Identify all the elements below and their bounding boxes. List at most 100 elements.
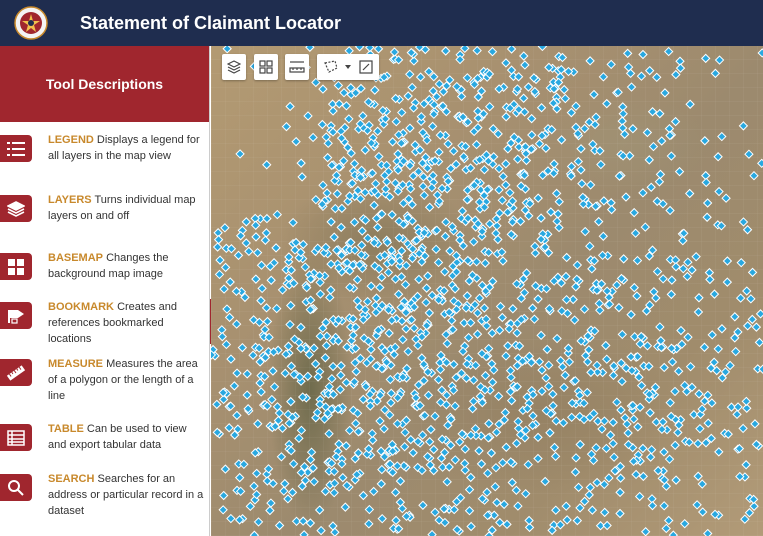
claimant-point[interactable] — [470, 360, 481, 371]
chevron-down-icon[interactable] — [343, 62, 353, 72]
claimant-point[interactable] — [448, 146, 459, 156]
claimant-point[interactable] — [427, 290, 437, 301]
claimant-point[interactable] — [652, 266, 663, 277]
claimant-point[interactable] — [725, 360, 735, 371]
claimant-point[interactable] — [659, 501, 669, 511]
claimant-point[interactable] — [632, 291, 642, 301]
claimant-point[interactable] — [605, 430, 616, 440]
claimant-point[interactable] — [740, 514, 750, 524]
claimant-point[interactable] — [303, 111, 313, 121]
claimant-point[interactable] — [256, 387, 266, 397]
claimant-point[interactable] — [326, 259, 336, 269]
claimant-point[interactable] — [665, 205, 675, 216]
claimant-point[interactable] — [501, 351, 511, 361]
claimant-point[interactable] — [266, 498, 276, 508]
claimant-point[interactable] — [296, 425, 307, 436]
claimant-point[interactable] — [377, 464, 387, 475]
claimant-point[interactable] — [548, 401, 558, 411]
claimant-point[interactable] — [615, 487, 625, 498]
claimant-point[interactable] — [309, 476, 319, 487]
claimant-point[interactable] — [599, 196, 609, 206]
claimant-point[interactable] — [731, 346, 741, 357]
claimant-point[interactable] — [541, 143, 551, 153]
claimant-point[interactable] — [220, 262, 231, 273]
claimant-point[interactable] — [527, 303, 538, 313]
claimant-point[interactable] — [362, 296, 373, 307]
claimant-point[interactable] — [364, 519, 374, 529]
claimant-point[interactable] — [722, 256, 733, 266]
claimant-point[interactable] — [656, 136, 667, 146]
claimant-point[interactable] — [344, 425, 355, 436]
claimant-point[interactable] — [555, 520, 566, 530]
claimant-point[interactable] — [224, 423, 234, 433]
claimant-point[interactable] — [694, 293, 704, 303]
claimant-point[interactable] — [423, 390, 434, 400]
claimant-point[interactable] — [513, 154, 523, 164]
claimant-point[interactable] — [701, 53, 711, 64]
claimant-point[interactable] — [332, 189, 343, 199]
claimant-point[interactable] — [536, 330, 546, 341]
claimant-point[interactable] — [287, 487, 298, 498]
claimant-point[interactable] — [373, 222, 383, 233]
claimant-point[interactable] — [433, 257, 444, 268]
claimant-point[interactable] — [479, 164, 490, 175]
claimant-point[interactable] — [498, 171, 508, 182]
claimant-point[interactable] — [324, 428, 334, 439]
claimant-point[interactable] — [700, 136, 710, 146]
claimant-point[interactable] — [749, 170, 759, 181]
claimant-point[interactable] — [356, 240, 367, 250]
claimant-point[interactable] — [364, 504, 375, 515]
claimant-point[interactable] — [241, 238, 251, 248]
claimant-point[interactable] — [457, 206, 468, 216]
claimant-point[interactable] — [551, 505, 561, 515]
claimant-point[interactable] — [267, 394, 277, 405]
map-view[interactable] — [211, 46, 763, 536]
claimant-point[interactable] — [397, 107, 407, 118]
clear-selection-icon[interactable] — [359, 60, 373, 74]
claimant-point[interactable] — [441, 217, 451, 227]
claimant-point[interactable] — [692, 500, 702, 510]
claimant-point[interactable] — [286, 265, 297, 275]
claimant-point[interactable] — [424, 308, 435, 318]
claimant-point[interactable] — [566, 412, 577, 423]
claimant-point[interactable] — [371, 293, 382, 303]
claimant-point[interactable] — [714, 55, 725, 65]
claimant-point[interactable] — [326, 217, 336, 227]
claimant-point[interactable] — [572, 515, 583, 526]
claimant-point[interactable] — [328, 106, 338, 116]
claimant-point[interactable] — [370, 178, 381, 189]
claimant-point[interactable] — [244, 246, 254, 257]
claimant-point[interactable] — [484, 101, 495, 112]
claimant-point[interactable] — [673, 366, 684, 376]
claimant-point[interactable] — [645, 452, 656, 462]
claimant-point[interactable] — [685, 361, 696, 372]
claimant-point[interactable] — [602, 354, 612, 364]
claimant-point[interactable] — [617, 329, 628, 340]
claimant-point[interactable] — [337, 203, 347, 214]
claimant-point[interactable] — [431, 244, 441, 255]
claimant-point[interactable] — [562, 515, 572, 525]
claimant-point[interactable] — [529, 314, 540, 324]
claimant-point[interactable] — [261, 228, 272, 238]
claimant-point[interactable] — [225, 277, 235, 287]
claimant-point[interactable] — [559, 382, 569, 393]
claimant-point[interactable] — [395, 476, 406, 486]
claimant-point[interactable] — [352, 275, 363, 285]
claimant-point[interactable] — [515, 216, 526, 227]
claimant-point[interactable] — [608, 417, 618, 428]
claimant-point[interactable] — [553, 209, 563, 219]
claimant-point[interactable] — [340, 502, 351, 512]
claimant-point[interactable] — [506, 46, 517, 54]
claimant-point[interactable] — [646, 182, 656, 192]
claimant-point[interactable] — [501, 180, 511, 190]
claimant-point[interactable] — [286, 361, 297, 371]
claimant-point[interactable] — [405, 123, 415, 133]
claimant-point[interactable] — [419, 190, 429, 201]
claimant-point[interactable] — [563, 66, 574, 77]
claimant-point[interactable] — [472, 329, 483, 339]
claimant-point[interactable] — [537, 46, 548, 52]
claimant-point[interactable] — [534, 357, 545, 367]
claimant-point[interactable] — [671, 69, 681, 80]
claimant-point[interactable] — [421, 297, 431, 308]
claimant-point[interactable] — [375, 416, 385, 426]
